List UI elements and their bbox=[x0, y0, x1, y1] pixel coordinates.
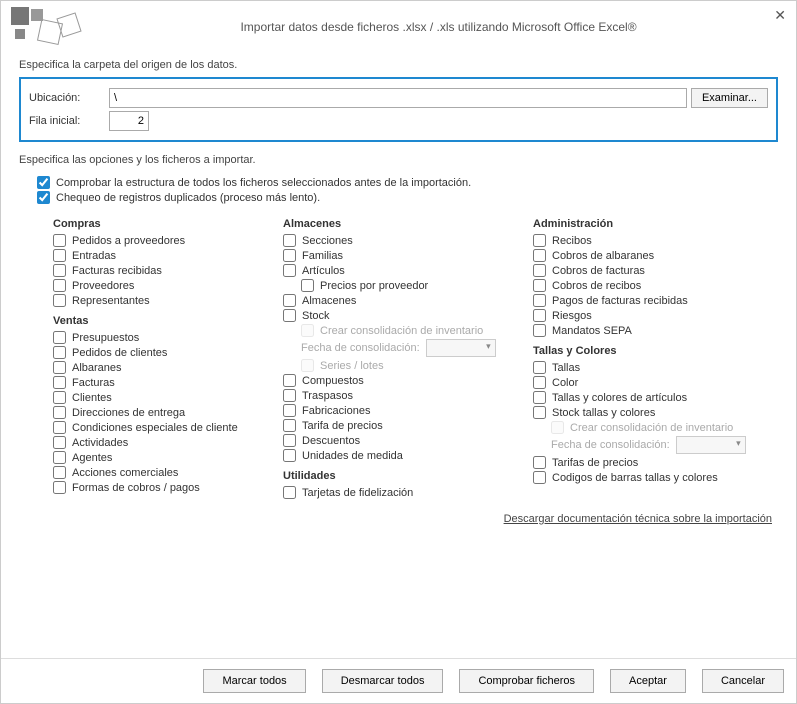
fecha-consolidacion-field: Fecha de consolidación: bbox=[301, 339, 523, 357]
location-panel: Ubicación: Examinar... Fila inicial: bbox=[19, 77, 778, 142]
list-item[interactable]: Pagos de facturas recibidas bbox=[533, 294, 760, 307]
list-item[interactable]: Cobros de recibos bbox=[533, 279, 760, 292]
close-icon[interactable]: ✕ bbox=[774, 7, 786, 24]
section-options-label: Especifica las opciones y los ficheros a… bbox=[1, 148, 796, 170]
desmarcar-button[interactable]: Desmarcar todos bbox=[322, 669, 444, 693]
item-crear-consolidacion: Crear consolidación de inventario bbox=[301, 324, 523, 337]
fecha-dropdown bbox=[426, 339, 496, 357]
group-tallas-bot: Tarifas de precios Codigos de barras tall… bbox=[533, 456, 760, 484]
list-item[interactable]: Recibos bbox=[533, 234, 760, 247]
dialog-header: Importar datos desde ficheros .xlsx / .x… bbox=[1, 1, 796, 53]
list-item[interactable]: Cobros de facturas bbox=[533, 264, 760, 277]
list-item[interactable]: Direcciones de entrega bbox=[53, 406, 273, 419]
list-item[interactable]: Presupuestos bbox=[53, 331, 273, 344]
group-almacenes-bot: Compuestos Traspasos Fabricaciones Tarifa d… bbox=[283, 374, 523, 462]
list-item[interactable]: Formas de cobros / pagos bbox=[53, 481, 273, 494]
dialog-title: Importar datos desde ficheros .xlsx / .x… bbox=[91, 20, 786, 34]
list-item[interactable]: Riesgos bbox=[533, 309, 760, 322]
list-item[interactable]: Representantes bbox=[53, 294, 273, 307]
group-tallas-top: Tallas Color Tallas y colores de artículos… bbox=[533, 361, 760, 419]
list-item[interactable]: Familias bbox=[283, 249, 523, 262]
group-ventas-items: Presupuestos Pedidos de clientes Albaranes… bbox=[53, 331, 273, 494]
options-columns: Compras Pedidos a proveedores Entradas Fac… bbox=[1, 208, 796, 507]
list-item[interactable]: Agentes bbox=[53, 451, 273, 464]
check-structure-box[interactable] bbox=[37, 176, 50, 189]
list-item[interactable]: Tarifas de precios bbox=[533, 456, 760, 469]
doc-link[interactable]: Descargar documentación técnica sobre la… bbox=[504, 513, 772, 525]
group-compras-items: Pedidos a proveedores Entradas Facturas re… bbox=[53, 234, 273, 307]
list-item[interactable]: Pedidos de clientes bbox=[53, 346, 273, 359]
group-tallas-title: Tallas y Colores bbox=[533, 345, 760, 357]
section-origin-label: Especifica la carpeta del origen de los … bbox=[1, 53, 796, 75]
tallas-fecha-field: Fecha de consolidación: bbox=[551, 436, 760, 454]
fila-input[interactable] bbox=[109, 111, 149, 131]
list-item[interactable]: Stock tallas y colores bbox=[533, 406, 760, 419]
list-item[interactable]: Artículos bbox=[283, 264, 523, 277]
check-structure[interactable]: Comprobar la estructura de todos los fic… bbox=[37, 176, 760, 189]
list-item[interactable]: Secciones bbox=[283, 234, 523, 247]
list-item[interactable]: Tarifa de precios bbox=[283, 419, 523, 432]
ubicacion-input[interactable] bbox=[109, 88, 687, 108]
marcar-button[interactable]: Marcar todos bbox=[203, 669, 305, 693]
group-almacenes-top: Secciones Familias Artículos bbox=[283, 234, 523, 277]
list-item[interactable]: Facturas recibidas bbox=[53, 264, 273, 277]
list-item[interactable]: Color bbox=[533, 376, 760, 389]
dialog-footer: Marcar todos Desmarcar todos Comprobar f… bbox=[1, 658, 796, 703]
list-item[interactable]: Proveedores bbox=[53, 279, 273, 292]
aceptar-button[interactable]: Aceptar bbox=[610, 669, 686, 693]
list-item[interactable]: Stock bbox=[283, 309, 523, 322]
ubicacion-label: Ubicación: bbox=[29, 92, 109, 104]
check-duplicates-box[interactable] bbox=[37, 191, 50, 204]
import-dialog: Importar datos desde ficheros .xlsx / .x… bbox=[0, 0, 797, 704]
fila-label: Fila inicial: bbox=[29, 115, 109, 127]
list-item[interactable]: Actividades bbox=[53, 436, 273, 449]
list-item[interactable]: Entradas bbox=[53, 249, 273, 262]
group-administracion-items: Recibos Cobros de albaranes Cobros de fact… bbox=[533, 234, 760, 337]
list-item[interactable]: Albaranes bbox=[53, 361, 273, 374]
list-item[interactable]: Fabricaciones bbox=[283, 404, 523, 417]
doc-link-row: Descargar documentación técnica sobre la… bbox=[1, 507, 796, 531]
item-tallas-consolidacion: Crear consolidación de inventario bbox=[551, 421, 760, 434]
group-administracion-title: Administración bbox=[533, 218, 760, 230]
list-item[interactable]: Clientes bbox=[53, 391, 273, 404]
comprobar-button[interactable]: Comprobar ficheros bbox=[459, 669, 594, 693]
list-item[interactable]: Compuestos bbox=[283, 374, 523, 387]
list-item[interactable]: Cobros de albaranes bbox=[533, 249, 760, 262]
group-almacenes-mid: Almacenes Stock bbox=[283, 294, 523, 322]
group-compras-title: Compras bbox=[53, 218, 273, 230]
group-almacenes-title: Almacenes bbox=[283, 218, 523, 230]
list-item[interactable]: Almacenes bbox=[283, 294, 523, 307]
list-item[interactable]: Condiciones especiales de cliente bbox=[53, 421, 273, 434]
list-item[interactable]: Pedidos a proveedores bbox=[53, 234, 273, 247]
list-item[interactable]: Traspasos bbox=[283, 389, 523, 402]
list-item[interactable]: Unidades de medida bbox=[283, 449, 523, 462]
list-item[interactable]: Tarjetas de fidelización bbox=[283, 486, 523, 499]
list-item[interactable]: Mandatos SEPA bbox=[533, 324, 760, 337]
header-decoration bbox=[11, 7, 81, 47]
examinar-button[interactable]: Examinar... bbox=[691, 88, 768, 108]
list-item[interactable]: Descuentos bbox=[283, 434, 523, 447]
group-utilidades-title: Utilidades bbox=[283, 470, 523, 482]
group-ventas-title: Ventas bbox=[53, 315, 273, 327]
list-item[interactable]: Acciones comerciales bbox=[53, 466, 273, 479]
item-series-lotes: Series / lotes bbox=[301, 359, 523, 372]
list-item[interactable]: Codigos de barras tallas y colores bbox=[533, 471, 760, 484]
item-precios-proveedor[interactable]: Precios por proveedor bbox=[301, 279, 523, 292]
list-item[interactable]: Tallas y colores de artículos bbox=[533, 391, 760, 404]
list-item[interactable]: Tallas bbox=[533, 361, 760, 374]
list-item[interactable]: Facturas bbox=[53, 376, 273, 389]
check-duplicates[interactable]: Chequeo de registros duplicados (proceso… bbox=[37, 191, 760, 204]
cancelar-button[interactable]: Cancelar bbox=[702, 669, 784, 693]
group-utilidades-items: Tarjetas de fidelización bbox=[283, 486, 523, 499]
tallas-fecha-dropdown bbox=[676, 436, 746, 454]
